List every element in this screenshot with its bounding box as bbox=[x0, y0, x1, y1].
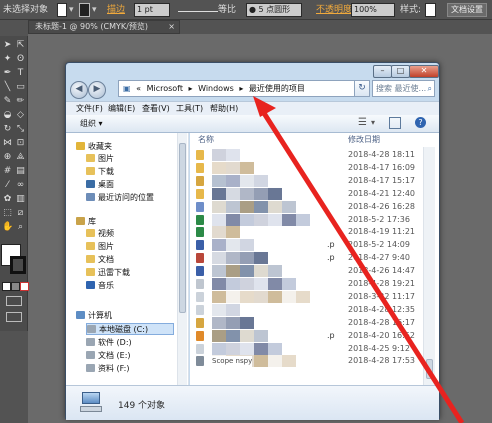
annotation-arrow bbox=[253, 96, 465, 423]
arrow-head bbox=[253, 96, 276, 117]
arrow-shaft bbox=[259, 108, 465, 423]
